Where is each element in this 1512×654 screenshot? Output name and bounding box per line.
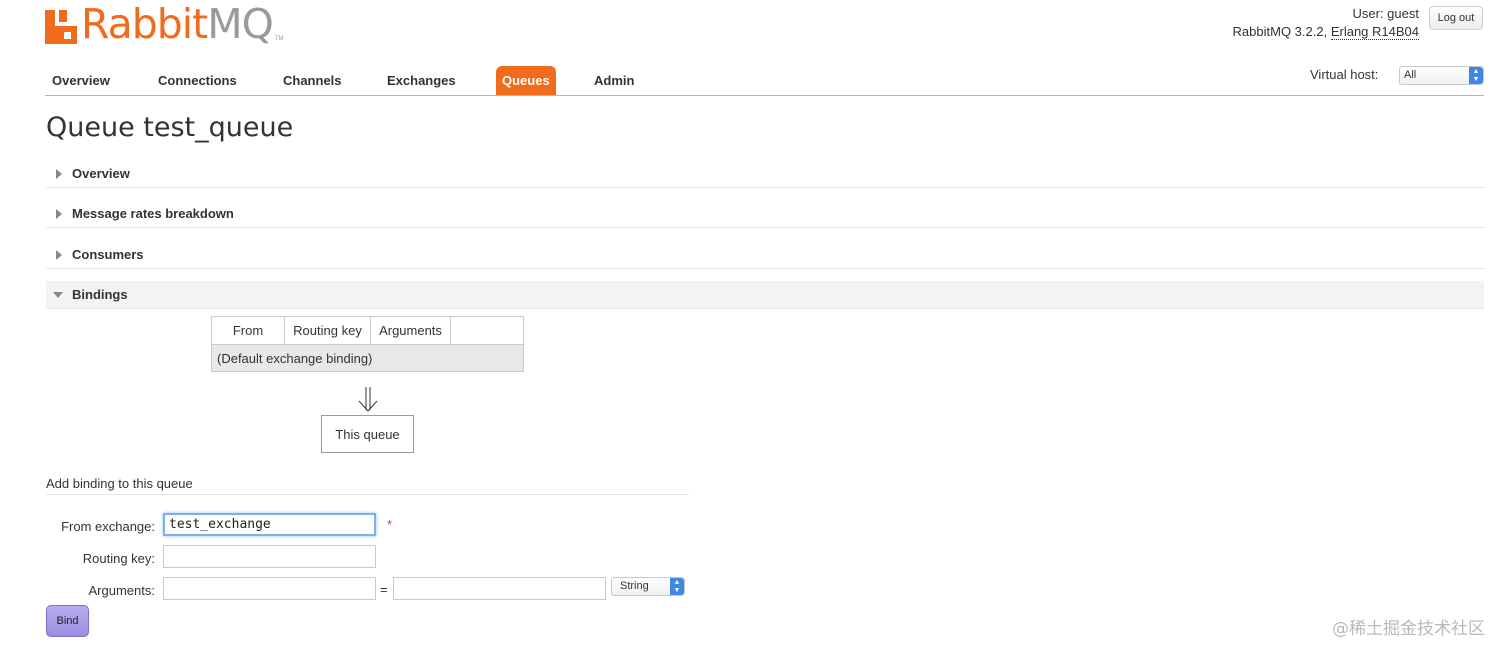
expand-triangle-icon [56,250,62,260]
virtual-host-select[interactable]: All ▲ ▼ [1399,66,1484,85]
bindings-table: From Routing key Arguments (Default exch… [211,316,524,372]
collapse-triangle-icon [53,292,63,298]
tab-exchanges[interactable]: Exchanges [381,66,462,95]
rabbitmq-logo: RabbitMQ TM [45,0,284,48]
section-title: Consumers [72,247,144,262]
equals-sign: = [380,582,388,597]
tab-channels[interactable]: Channels [277,66,348,95]
tab-queues[interactable]: Queues [496,66,556,95]
default-binding-cell: (Default exchange binding) [211,344,524,372]
section-consumers[interactable]: Consumers [46,241,1484,269]
virtual-host-value: All [1404,69,1417,81]
add-binding-title: Add binding to this queue [46,476,689,495]
from-exchange-input[interactable]: test_exchange [163,513,376,536]
logout-button[interactable]: Log out [1429,6,1483,30]
expand-triangle-icon [56,169,62,179]
main-nav: Overview Connections Channels Exchanges … [45,66,1484,96]
select-arrows-icon: ▲ ▼ [670,578,684,595]
arguments-label: Arguments: [88,583,155,598]
argument-type-value: String [620,580,649,592]
user-label: User: guest [1352,6,1419,21]
select-arrows-icon: ▲ ▼ [1469,67,1483,84]
virtual-host-label: Virtual host: [1310,67,1379,82]
column-header-from: From [211,316,285,345]
rabbit-logo-icon [45,6,77,44]
section-overview[interactable]: Overview [46,160,1484,188]
section-title: Message rates breakdown [72,206,234,221]
column-header-arguments: Arguments [370,316,451,345]
table-row: (Default exchange binding) [211,344,524,372]
section-title: Overview [72,166,130,181]
column-header-routing-key: Routing key [284,316,371,345]
column-header-actions [450,316,524,345]
watermark: @稀土掘金技术社区 [1332,619,1485,639]
table-header-row: From Routing key Arguments [211,316,524,345]
this-queue-box: This queue [321,415,414,453]
logo-trademark: TM [274,36,284,42]
argument-value-input[interactable] [393,577,606,600]
tab-overview[interactable]: Overview [46,66,116,95]
erlang-version: Erlang R14B04 [1330,24,1419,40]
routing-key-label: Routing key: [82,551,155,566]
expand-triangle-icon [56,209,62,219]
arrow-down-icon [358,387,378,412]
user-info: User: guest RabbitMQ 3.2.2, Erlang R14B0… [1233,5,1419,41]
section-bindings[interactable]: Bindings [46,281,1484,309]
required-mark: * [387,517,393,532]
tab-admin[interactable]: Admin [588,66,640,95]
routing-key-input[interactable] [163,545,376,568]
section-title: Bindings [72,287,128,302]
argument-type-select[interactable]: String ▲ ▼ [611,577,685,596]
from-exchange-label: From exchange: [61,519,155,534]
argument-key-input[interactable] [163,577,376,600]
version-info: RabbitMQ 3.2.2, Erlang R14B04 [1232,24,1419,40]
tab-connections[interactable]: Connections [152,66,243,95]
logo-text: RabbitMQ [81,0,274,48]
section-message-rates[interactable]: Message rates breakdown [46,200,1484,228]
page-title: Queue test_queue [46,112,294,143]
bind-button[interactable]: Bind [46,605,89,637]
